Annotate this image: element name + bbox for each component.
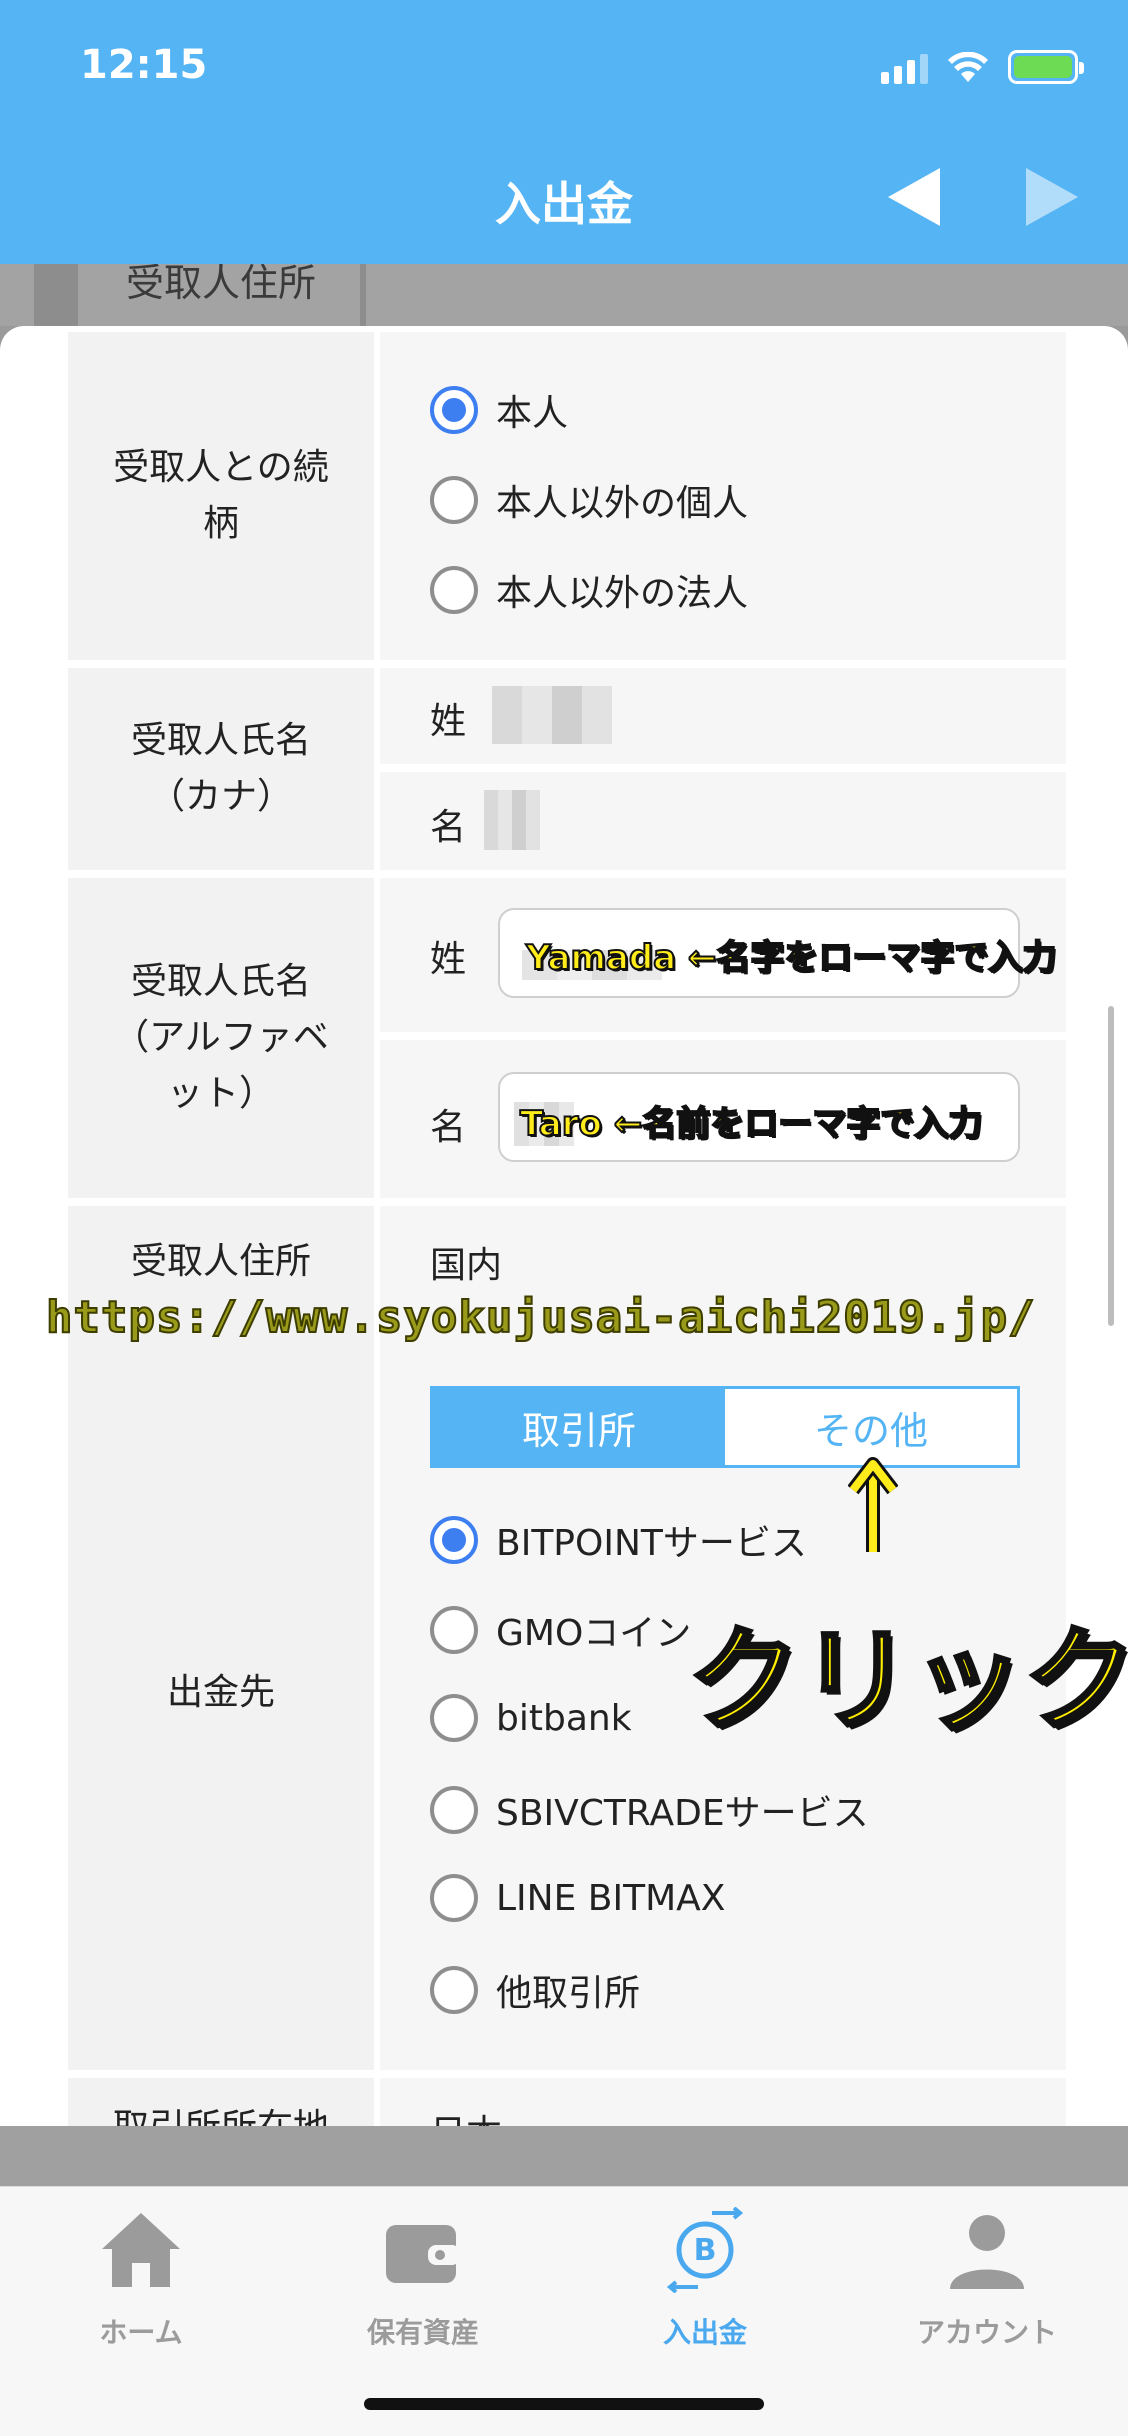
- arrow-up-icon: [848, 1457, 898, 1552]
- tab-assets[interactable]: 保有資産: [282, 2207, 564, 2351]
- wifi-icon: [948, 52, 988, 82]
- kana-name-row: 受取人氏名（カナ） 姓 名: [68, 668, 1066, 870]
- app-header: 12:15 入出金: [0, 0, 1128, 264]
- scrollbar[interactable]: [1108, 1006, 1114, 1326]
- radio-icon[interactable]: [430, 1694, 478, 1742]
- destination-option-other-exchange[interactable]: 他取引所: [430, 1964, 640, 2016]
- kana-last-cell: 姓: [380, 668, 1066, 764]
- alpha-name-row: 受取人氏名（アルファベット） 姓 名: [68, 878, 1066, 1198]
- kana-last-value-redacted: [492, 686, 612, 744]
- watermark-url: https://www.syokujusai-aichi2019.jp/: [45, 1291, 1036, 1344]
- home-icon: [102, 2213, 180, 2287]
- radio-icon[interactable]: [430, 1786, 478, 1834]
- location-label: 取引所所在地: [68, 2078, 374, 2126]
- address-value: 国内: [430, 1245, 503, 1286]
- status-time: 12:15: [80, 42, 208, 88]
- forward-arrow-icon[interactable]: [1026, 168, 1078, 226]
- signal-icon: [881, 54, 928, 84]
- page-title: 入出金: [495, 177, 633, 231]
- annotation-first-name: Taro ←名前をローマ字で入力: [519, 1103, 983, 1145]
- relation-row: 受取人との続柄 本人 本人以外の個人 本人以外の法人: [68, 332, 1066, 660]
- click-annotation: クリック: [686, 1614, 1128, 1748]
- bitcoin-transfer-icon: B: [666, 2206, 744, 2294]
- destination-label: 出金先: [68, 1316, 374, 2070]
- relation-options: 本人 本人以外の個人 本人以外の法人: [380, 332, 1066, 660]
- relation-option-other-person[interactable]: 本人以外の個人: [430, 474, 748, 526]
- location-value: 日本: [430, 2104, 502, 2126]
- status-icons: [881, 50, 1084, 84]
- destination-option-gmo[interactable]: GMOコイン: [430, 1604, 691, 1656]
- tab-account[interactable]: アカウント: [846, 2207, 1128, 2351]
- alpha-first-label: 名: [430, 1107, 467, 1148]
- radio-icon[interactable]: [430, 1606, 478, 1654]
- radio-icon[interactable]: [430, 1966, 478, 2014]
- relation-option-other-corp[interactable]: 本人以外の法人: [430, 564, 748, 616]
- radio-icon[interactable]: [430, 1874, 478, 1922]
- alpha-name-label: 受取人氏名（アルファベット）: [68, 878, 374, 1198]
- segment-other[interactable]: その他: [725, 1389, 1017, 1465]
- background-content: 受取人住所: [0, 264, 1128, 326]
- kana-first-cell: 名: [380, 772, 1066, 870]
- radio-selected-icon[interactable]: [430, 1516, 478, 1564]
- background-footer: [0, 2126, 1128, 2186]
- kana-name-label: 受取人氏名（カナ）: [68, 668, 374, 870]
- radio-icon[interactable]: [430, 476, 478, 524]
- wallet-icon: [386, 2225, 460, 2283]
- svg-text:B: B: [694, 2233, 717, 2268]
- location-value-cell: 日本: [380, 2078, 1066, 2126]
- destination-option-bitbank[interactable]: bitbank: [430, 1694, 632, 1742]
- location-row: 取引所所在地 日本: [68, 2078, 1066, 2126]
- kana-first-label: 名: [430, 807, 467, 848]
- kana-first-value-redacted: [484, 790, 540, 850]
- battery-icon: [1008, 50, 1084, 84]
- destination-option-line-bitmax[interactable]: LINE BITMAX: [430, 1874, 725, 1922]
- tab-deposit-withdraw[interactable]: B 入出金: [564, 2206, 846, 2351]
- annotation-last-name: Yamada ←名字をローマ字で入力: [525, 937, 1057, 979]
- home-indicator: [364, 2398, 764, 2410]
- destination-option-sbivc[interactable]: SBIVCTRADEサービス: [430, 1784, 869, 1836]
- destination-option-bitpoint[interactable]: BITPOINTサービス: [430, 1514, 807, 1566]
- segment-exchange[interactable]: 取引所: [433, 1389, 725, 1465]
- alpha-last-label: 姓: [430, 939, 467, 980]
- background-label: 受取人住所: [126, 264, 317, 305]
- tab-home[interactable]: ホーム: [0, 2207, 282, 2351]
- kana-last-label: 姓: [430, 701, 467, 742]
- destination-segmented-control[interactable]: 取引所 その他: [430, 1386, 1020, 1468]
- withdrawal-form-sheet: 受取人との続柄 本人 本人以外の個人 本人以外の法人 受取人氏名（カナ） 姓 名…: [0, 326, 1128, 2126]
- relation-label: 受取人との続柄: [68, 332, 374, 660]
- relation-option-self[interactable]: 本人: [430, 384, 568, 436]
- radio-selected-icon[interactable]: [430, 386, 478, 434]
- back-arrow-icon[interactable]: [888, 168, 940, 226]
- radio-icon[interactable]: [430, 566, 478, 614]
- user-icon: [950, 2215, 1024, 2289]
